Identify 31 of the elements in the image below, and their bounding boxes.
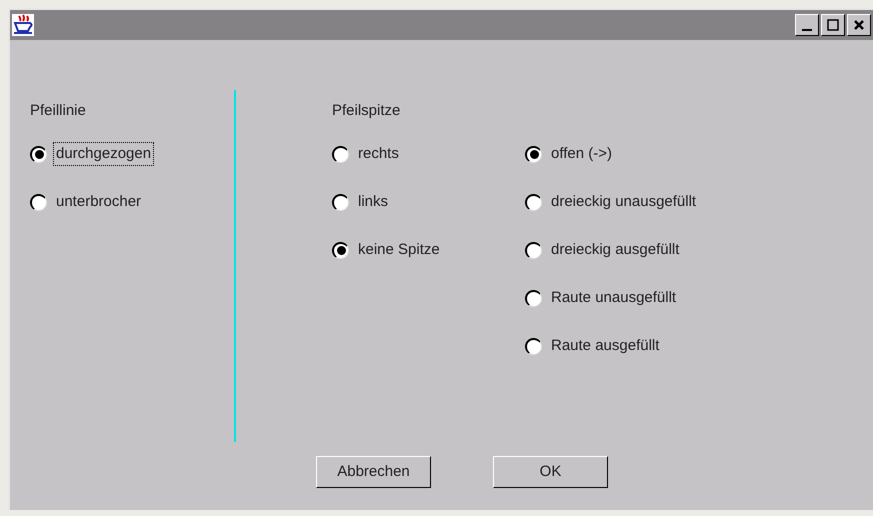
radio-label: dreieckig ausgefüllt (550, 240, 680, 260)
radio-button[interactable] (525, 338, 542, 354)
maximize-button[interactable] (821, 14, 845, 36)
radio-button[interactable] (332, 194, 349, 210)
group-heading: Pfeillinie (30, 101, 87, 121)
radio-button[interactable] (525, 242, 542, 258)
dialog-button[interactable]: OK (493, 456, 608, 488)
radio-label: durchgezogen (53, 142, 154, 166)
minimize-icon (802, 29, 812, 31)
coffee-cup-icon (12, 14, 34, 36)
radio-button[interactable] (332, 146, 349, 162)
dialog-button[interactable]: Abbrechen (316, 456, 431, 488)
radio-label: links (357, 192, 390, 212)
group-heading: Pfeilspitze (332, 101, 402, 121)
radio-label: Raute ausgefüllt (550, 336, 660, 356)
radio-button[interactable] (525, 194, 542, 210)
radio-label: rechts (357, 144, 400, 164)
close-button[interactable] (847, 14, 871, 36)
radio-button[interactable] (525, 290, 542, 306)
radio-label: keine Spitze (357, 240, 441, 260)
minimize-button[interactable] (795, 14, 819, 36)
radio-label: unterbrocher (55, 192, 142, 212)
radio-label: dreieckig unausgefüllt (550, 192, 698, 212)
radio-button[interactable] (332, 242, 349, 258)
radio-button[interactable] (30, 146, 47, 162)
radio-button[interactable] (525, 146, 542, 162)
close-icon (852, 18, 866, 32)
radio-label: Raute unausgefüllt (550, 288, 678, 308)
radio-label: offen (->) (550, 144, 614, 164)
maximize-icon (826, 18, 840, 32)
radio-button[interactable] (30, 194, 47, 210)
